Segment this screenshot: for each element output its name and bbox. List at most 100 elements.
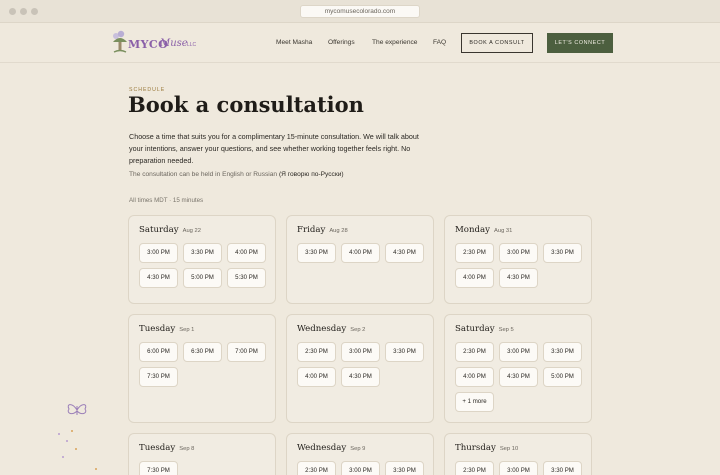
sparkle-icon — [75, 448, 77, 450]
day-date: Sep 1 — [179, 327, 195, 333]
sparkle-icon — [66, 440, 68, 442]
day-heading: Wednesday Sep 2 — [297, 324, 365, 334]
time-slot-button[interactable]: 4:30 PM — [139, 268, 178, 288]
sparkle-icon — [71, 430, 73, 432]
time-slot-button[interactable]: 4:00 PM — [227, 243, 266, 263]
day-heading: Monday Aug 31 — [455, 225, 512, 235]
browser-chrome: mycomusecolorado.com — [0, 0, 720, 23]
time-slot-button[interactable]: 7:30 PM — [139, 461, 178, 475]
time-slot-button[interactable]: 5:00 PM — [183, 268, 222, 288]
site-logo[interactable]: MYCO Muse LLC — [110, 30, 210, 56]
day-heading: Saturday Aug 22 — [139, 225, 201, 235]
day-name: Saturday — [455, 324, 495, 334]
day-date: Sep 10 — [499, 446, 519, 452]
time-slot-button[interactable]: 5:30 PM — [227, 268, 266, 288]
window-minimize-dot[interactable] — [20, 8, 27, 15]
page-description: Choose a time that suits you for a compl… — [129, 132, 419, 165]
day-heading: Thursday Sep 10 — [455, 443, 518, 453]
nav-offerings[interactable]: Offerings — [328, 39, 355, 46]
sparkle-icon — [58, 433, 60, 435]
time-slot-button[interactable]: 4:30 PM — [499, 268, 538, 288]
day-card: Saturday Aug 22 3:00 PM 3:30 PM 4:00 PM 4… — [128, 215, 276, 304]
time-slot-button[interactable]: 7:30 PM — [139, 367, 178, 387]
time-slot-button[interactable]: 3:30 PM — [385, 461, 424, 475]
mushroom-logo-icon — [113, 30, 127, 53]
time-slot-button[interactable]: 3:30 PM — [543, 461, 582, 475]
day-card: Wednesday Sep 9 2:30 PM 3:00 PM 3:30 PM — [286, 433, 434, 475]
day-card: Wednesday Sep 2 2:30 PM 3:00 PM 3:30 PM 4… — [286, 314, 434, 423]
language-note-russian: (Я говорю по-Русски) — [278, 171, 344, 178]
time-slot-button[interactable]: 3:00 PM — [499, 243, 538, 263]
day-card: Tuesday Sep 1 6:00 PM 6:30 PM 7:00 PM 7:3… — [128, 314, 276, 423]
logo-script: Muse — [160, 38, 188, 49]
sparkle-icon — [62, 456, 64, 458]
time-slot-button[interactable]: 4:00 PM — [297, 367, 336, 387]
time-slot-button[interactable]: 4:00 PM — [455, 367, 494, 387]
time-slot-button[interactable]: 3:00 PM — [341, 461, 380, 475]
day-heading: Saturday Sep 5 — [455, 324, 514, 334]
logo-suffix: LLC — [187, 42, 197, 48]
site-header: MYCO Muse LLC Meet Masha Offerings The e… — [0, 23, 720, 63]
nav-faq[interactable]: FAQ — [433, 39, 446, 46]
day-date: Sep 8 — [179, 446, 195, 452]
day-date: Sep 9 — [350, 446, 366, 452]
day-date: Sep 5 — [498, 327, 514, 333]
language-note-text: The consultation can be held in English … — [129, 171, 278, 178]
time-slot-button[interactable]: 4:30 PM — [499, 367, 538, 387]
day-card: Tuesday Sep 8 7:30 PM — [128, 433, 276, 475]
window-maximize-dot[interactable] — [31, 8, 38, 15]
time-slot-button[interactable]: 2:30 PM — [455, 461, 494, 475]
sparkle-icon — [95, 468, 97, 470]
day-name: Friday — [297, 225, 326, 235]
day-card: Thursday Sep 10 2:30 PM 3:00 PM 3:30 PM — [444, 433, 592, 475]
time-slot-button[interactable]: 4:30 PM — [341, 367, 380, 387]
day-name: Wednesday — [297, 324, 347, 334]
book-consult-button[interactable]: BOOK A CONSULT — [461, 33, 533, 53]
butterfly-icon — [67, 404, 87, 415]
time-slot-button[interactable]: 7:00 PM — [227, 342, 266, 362]
day-name: Thursday — [455, 443, 496, 453]
time-slot-button[interactable]: 3:30 PM — [183, 243, 222, 263]
time-slot-button[interactable]: 3:00 PM — [499, 342, 538, 362]
day-name: Saturday — [139, 225, 179, 235]
time-slot-button[interactable]: 2:30 PM — [297, 461, 336, 475]
time-slot-button[interactable]: 4:00 PM — [341, 243, 380, 263]
time-slot-button[interactable]: 6:30 PM — [183, 342, 222, 362]
timezone-note: All times MDT · 15 minutes — [129, 197, 204, 204]
time-slot-button[interactable]: 5:00 PM — [543, 367, 582, 387]
day-heading: Friday Aug 28 — [297, 225, 348, 235]
language-note: The consultation can be held in English … — [129, 171, 344, 178]
address-bar[interactable]: mycomusecolorado.com — [300, 5, 420, 18]
page-title: Book a consultation — [128, 92, 364, 117]
day-heading: Tuesday Sep 8 — [139, 443, 194, 453]
more-slots-button[interactable]: + 1 more — [455, 392, 494, 412]
time-slot-button[interactable]: 3:30 PM — [543, 243, 582, 263]
time-slot-button[interactable]: 3:00 PM — [499, 461, 538, 475]
time-slot-button[interactable]: 6:00 PM — [139, 342, 178, 362]
day-name: Wednesday — [297, 443, 347, 453]
time-slot-button[interactable]: 2:30 PM — [455, 243, 494, 263]
time-slot-button[interactable]: 3:00 PM — [341, 342, 380, 362]
day-card: Friday Aug 28 3:30 PM 4:00 PM 4:30 PM — [286, 215, 434, 304]
lets-connect-button[interactable]: LET'S CONNECT — [547, 33, 613, 53]
window-close-dot[interactable] — [9, 8, 16, 15]
time-slot-button[interactable]: 2:30 PM — [455, 342, 494, 362]
day-heading: Wednesday Sep 9 — [297, 443, 365, 453]
day-name: Monday — [455, 225, 490, 235]
time-slot-button[interactable]: 2:30 PM — [297, 342, 336, 362]
day-date: Aug 28 — [329, 228, 348, 234]
day-date: Sep 2 — [350, 327, 366, 333]
nav-meet-masha[interactable]: Meet Masha — [276, 39, 312, 46]
time-slot-button[interactable]: 3:30 PM — [297, 243, 336, 263]
day-heading: Tuesday Sep 1 — [139, 324, 194, 334]
time-slot-button[interactable]: 4:00 PM — [455, 268, 494, 288]
day-date: Aug 22 — [182, 228, 201, 234]
day-name: Tuesday — [139, 443, 176, 453]
nav-the-experience[interactable]: The experience — [372, 39, 417, 46]
time-slot-button[interactable]: 3:30 PM — [385, 342, 424, 362]
day-name: Tuesday — [139, 324, 176, 334]
time-slot-button[interactable]: 3:00 PM — [139, 243, 178, 263]
day-card: Monday Aug 31 2:30 PM 3:00 PM 3:30 PM 4:0… — [444, 215, 592, 304]
time-slot-button[interactable]: 4:30 PM — [385, 243, 424, 263]
time-slot-button[interactable]: 3:30 PM — [543, 342, 582, 362]
